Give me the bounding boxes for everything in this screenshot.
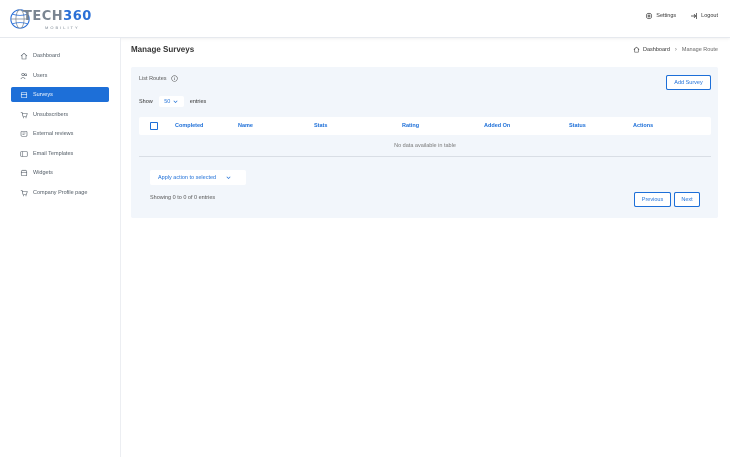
logout-label: Logout (701, 13, 718, 19)
pagination: Previous Next (634, 192, 700, 207)
logout-icon (691, 13, 698, 19)
cart-icon (20, 189, 28, 196)
column-actions[interactable]: Actions (633, 123, 653, 129)
sidebar-item-label: Widgets (33, 169, 53, 176)
chevron-down-icon (173, 100, 178, 103)
next-page-button[interactable]: Next (674, 192, 700, 207)
entries-select[interactable]: 50 (158, 96, 184, 107)
chevron-down-icon (226, 176, 231, 179)
list-routes-label: List Routes (139, 75, 178, 82)
column-added-on[interactable]: Added On (484, 123, 510, 129)
sidebar-item-label: Unsubscribers (33, 111, 69, 118)
list-routes-text: List Routes (139, 75, 167, 82)
sidebar-item-company-profile[interactable]: Company Profile page (11, 185, 109, 200)
sidebar-item-external-reviews[interactable]: External reviews (11, 126, 109, 141)
entries-control: Show 50 entries (139, 96, 206, 107)
entries-value: 50 (164, 98, 171, 105)
widget-icon (20, 169, 28, 176)
settings-link[interactable]: Settings (645, 12, 676, 20)
sidebar-item-label: Email Templates (33, 150, 74, 157)
column-rating[interactable]: Rating (402, 123, 419, 129)
sidebar-item-unsubscribers[interactable]: Unsubscribers (11, 107, 109, 122)
pagination-info: Showing 0 to 0 of 0 entries (150, 195, 216, 201)
previous-page-button[interactable]: Previous (634, 192, 671, 207)
review-icon (20, 130, 28, 137)
logo-text: TECH360 (23, 9, 92, 24)
breadcrumb-current: Manage Route (681, 46, 718, 53)
sidebar-item-surveys[interactable]: Surveys (11, 87, 109, 102)
column-name[interactable]: Name (238, 123, 253, 129)
settings-label: Settings (656, 13, 677, 19)
template-icon (20, 150, 28, 157)
top-header: TECH360 MOBILITY Settings Logout (0, 0, 730, 38)
home-icon (633, 46, 640, 53)
home-icon (20, 52, 28, 59)
users-icon (20, 72, 28, 79)
sidebar-item-label: Company Profile page (33, 189, 88, 196)
show-label: Show (139, 98, 153, 105)
breadcrumb-home-link[interactable]: Dashboard (643, 47, 670, 53)
breadcrumb-chevron-icon: › (674, 46, 677, 53)
sidebar-item-dashboard[interactable]: Dashboard (11, 48, 109, 63)
column-status[interactable]: Status (569, 123, 586, 129)
sidebar-item-label: Surveys (33, 91, 53, 98)
gear-icon (646, 12, 653, 20)
sidebar-item-label: External reviews (33, 130, 74, 137)
logo-subtitle: MOBILITY (45, 25, 80, 30)
surveys-panel: List Routes Add Survey Show 50 entries C… (131, 67, 718, 218)
entries-label: entries (189, 98, 207, 105)
sidebar-item-users[interactable]: Users (11, 68, 109, 83)
sidebar: Dashboard Users Surveys Unsubscribers Ex… (0, 38, 121, 457)
company-logo[interactable]: TECH360 MOBILITY (9, 7, 91, 31)
breadcrumb: Dashboard › Manage Route (633, 46, 718, 53)
logout-link[interactable]: Logout (690, 12, 718, 20)
add-survey-button[interactable]: Add Survey (666, 75, 711, 90)
survey-icon (20, 91, 28, 98)
column-stats[interactable]: Stats (314, 123, 327, 129)
sidebar-item-label: Dashboard (33, 52, 60, 59)
sidebar-item-email-templates[interactable]: Email Templates (11, 146, 109, 161)
sidebar-item-label: Users (33, 72, 48, 79)
apply-action-dropdown[interactable]: Apply action to selected (150, 170, 246, 185)
info-icon[interactable] (170, 75, 178, 82)
column-completed[interactable]: Completed (175, 123, 203, 129)
sidebar-item-widgets[interactable]: Widgets (11, 165, 109, 180)
page-title: Manage Surveys (131, 45, 195, 54)
select-all-checkbox[interactable] (150, 122, 158, 130)
cart-icon (20, 111, 28, 118)
apply-action-label: Apply action to selected (158, 174, 217, 181)
empty-table-message: No data available in table (139, 135, 711, 157)
table-header-row: Completed Name Stats Rating Added On Sta… (139, 117, 711, 135)
